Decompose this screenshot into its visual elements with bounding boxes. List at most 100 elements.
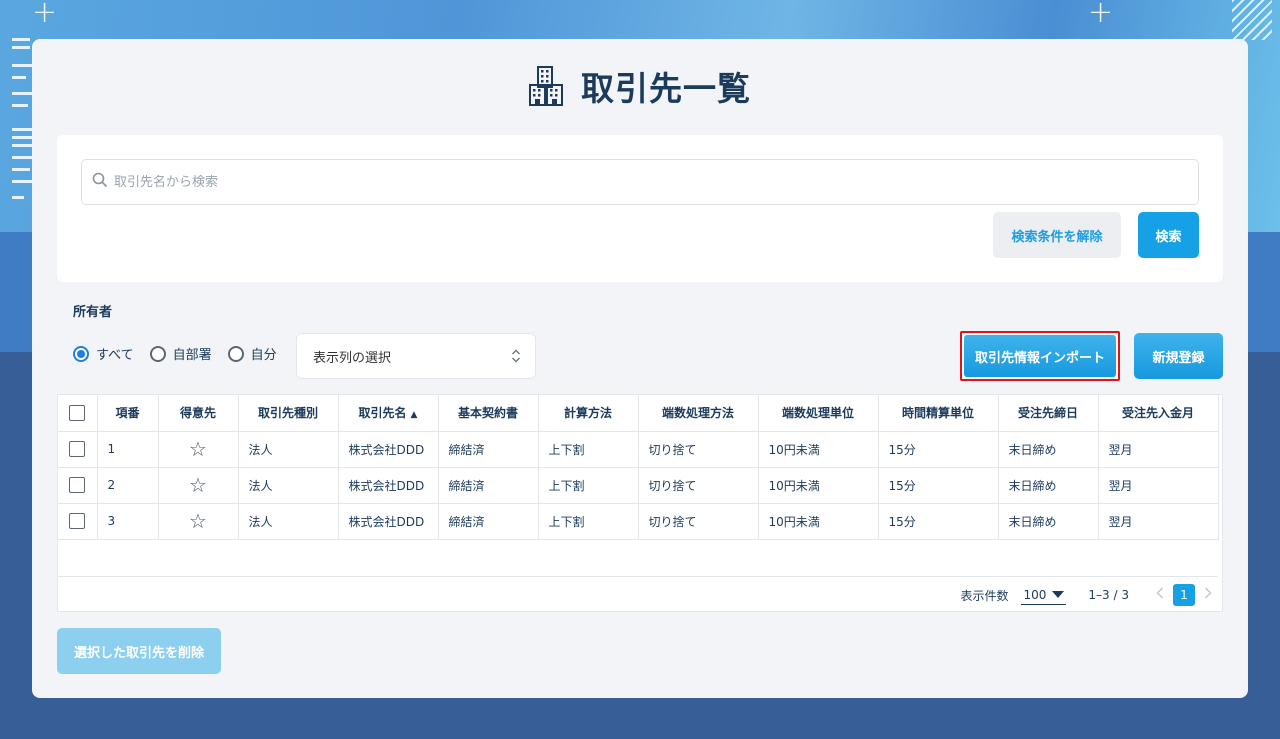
- import-button-highlight: 取引先情報インポート: [960, 331, 1120, 381]
- cell-item-number: 2: [97, 467, 159, 504]
- cell-basic-contract: 締結済: [438, 431, 539, 468]
- cell-payment-month: 翌月: [1098, 467, 1219, 504]
- cell-favorite[interactable]: ☆: [158, 431, 239, 468]
- search-box[interactable]: [81, 159, 1199, 205]
- per-page-label: 表示件数: [960, 588, 1009, 603]
- cell-time-settlement-unit: 15分: [878, 467, 999, 504]
- owner-radio-all[interactable]: すべて: [73, 344, 134, 363]
- cell-calc-method: 上下割: [538, 431, 639, 468]
- background-plus-icon: +: [1088, 0, 1114, 30]
- search-icon: [92, 172, 108, 192]
- cell-closing-day: 末日締め: [998, 431, 1099, 468]
- radio-label: すべて: [96, 348, 134, 363]
- cell-payment-month: 翌月: [1098, 431, 1219, 468]
- cell-rounding-unit: 10円未満: [758, 503, 879, 540]
- owner-radio-group: すべて 自部署 自分: [73, 344, 293, 363]
- owner-filter-label: 所有者: [73, 305, 113, 320]
- row-checkbox[interactable]: [69, 477, 86, 493]
- header-closing-day[interactable]: 受注先締日: [998, 395, 1099, 432]
- main-card: 取引先一覧 検索条件を解除 検索 所有者 すべて 自部署 自分 表示列の選択: [32, 39, 1248, 698]
- table-row[interactable]: 2 ☆ 法人 株式会社DDD 締結済 上下割 切り捨て 10円未満 15分 末日…: [58, 467, 1219, 504]
- header-client-name-label: 取引先名: [358, 406, 407, 421]
- select-all-cell[interactable]: [58, 395, 98, 432]
- background-plus-icon: +: [32, 0, 58, 30]
- cell-closing-day: 末日締め: [998, 467, 1099, 504]
- cell-rounding-method: 切り捨て: [638, 503, 759, 540]
- cell-calc-method: 上下割: [538, 503, 639, 540]
- cell-rounding-unit: 10円未満: [758, 467, 879, 504]
- header-item-number[interactable]: 項番: [97, 395, 159, 432]
- cell-basic-contract: 締結済: [438, 503, 539, 540]
- star-icon[interactable]: ☆: [189, 473, 207, 497]
- pagination: 表示件数 100 1–3 / 3 1: [57, 577, 1223, 613]
- import-button[interactable]: 取引先情報インポート: [964, 335, 1116, 377]
- row-checkbox[interactable]: [69, 441, 86, 457]
- header-client-name[interactable]: 取引先名 ▲: [338, 395, 439, 432]
- table-row[interactable]: 1 ☆ 法人 株式会社DDD 締結済 上下割 切り捨て 10円未満 15分 末日…: [58, 431, 1219, 468]
- cell-rounding-method: 切り捨て: [638, 467, 759, 504]
- clear-conditions-button[interactable]: 検索条件を解除: [993, 212, 1121, 258]
- delete-selected-button[interactable]: 選択した取引先を削除: [57, 628, 221, 674]
- table-row[interactable]: 3 ☆ 法人 株式会社DDD 締結済 上下割 切り捨て 10円未満 15分 末日…: [58, 503, 1219, 540]
- radio-label: 自部署: [172, 348, 212, 363]
- cell-payment-month: 翌月: [1098, 503, 1219, 540]
- sort-ascending-icon[interactable]: ▲: [411, 410, 418, 420]
- cell-favorite[interactable]: ☆: [158, 503, 239, 540]
- row-checkbox[interactable]: [69, 513, 86, 529]
- search-button[interactable]: 検索: [1138, 212, 1199, 258]
- row-checkbox-cell[interactable]: [58, 503, 98, 540]
- empty-cell: [58, 539, 1218, 577]
- cell-item-number: 1: [97, 431, 159, 468]
- prev-page-icon[interactable]: [1153, 587, 1167, 603]
- new-registration-button[interactable]: 新規登録: [1134, 333, 1223, 379]
- cell-client-type: 法人: [238, 503, 339, 540]
- table-empty-row: [58, 539, 1218, 577]
- owner-radio-department[interactable]: 自部署: [149, 344, 212, 363]
- search-input[interactable]: [114, 174, 1194, 190]
- column-select-dropdown[interactable]: 表示列の選択: [296, 333, 536, 379]
- building-icon: [529, 66, 563, 106]
- row-checkbox-cell[interactable]: [58, 467, 98, 504]
- clients-table: 項番 得意先 取引先種別 取引先名 ▲ 基本契約書 計算方法 端数処理方法 端数処…: [58, 395, 1219, 577]
- cell-calc-method: 上下割: [538, 467, 639, 504]
- header-favorite[interactable]: 得意先: [158, 395, 239, 432]
- cell-rounding-unit: 10円未満: [758, 431, 879, 468]
- table-header-row: 項番 得意先 取引先種別 取引先名 ▲ 基本契約書 計算方法 端数処理方法 端数処…: [58, 395, 1219, 432]
- cell-closing-day: 末日締め: [998, 503, 1099, 540]
- header-rounding-method[interactable]: 端数処理方法: [638, 395, 759, 432]
- header-rounding-unit[interactable]: 端数処理単位: [758, 395, 879, 432]
- cell-client-name[interactable]: 株式会社DDD: [338, 467, 439, 504]
- header-basic-contract[interactable]: 基本契約書: [438, 395, 539, 432]
- cell-time-settlement-unit: 15分: [878, 503, 999, 540]
- star-icon[interactable]: ☆: [189, 509, 207, 533]
- radio-unchecked-icon[interactable]: [149, 345, 166, 362]
- header-client-type[interactable]: 取引先種別: [238, 395, 339, 432]
- cell-client-name[interactable]: 株式会社DDD: [338, 431, 439, 468]
- radio-label: 自分: [250, 348, 277, 363]
- select-all-checkbox[interactable]: [69, 404, 86, 421]
- chevron-up-down-icon: [511, 349, 521, 364]
- cell-client-name[interactable]: 株式会社DDD: [338, 503, 439, 540]
- cell-item-number: 3: [97, 503, 159, 540]
- owner-radio-self[interactable]: 自分: [227, 344, 277, 363]
- per-page-select[interactable]: 100: [1020, 586, 1067, 605]
- radio-unchecked-icon[interactable]: [227, 345, 244, 362]
- column-select-label: 表示列の選択: [313, 350, 392, 366]
- page-button-current[interactable]: 1: [1173, 584, 1195, 606]
- per-page-value: 100: [1023, 587, 1047, 602]
- radio-checked-icon[interactable]: [73, 345, 89, 362]
- header-calc-method[interactable]: 計算方法: [538, 395, 639, 432]
- page-title: 取引先一覧: [581, 69, 751, 108]
- cell-basic-contract: 締結済: [438, 467, 539, 504]
- pagination-range: 1–3 / 3: [1088, 588, 1129, 602]
- search-panel: 検索条件を解除 検索: [57, 135, 1223, 282]
- next-page-icon[interactable]: [1201, 587, 1215, 603]
- row-checkbox-cell[interactable]: [58, 431, 98, 468]
- cell-rounding-method: 切り捨て: [638, 431, 759, 468]
- header-payment-month[interactable]: 受注先入金月: [1098, 395, 1219, 432]
- cell-favorite[interactable]: ☆: [158, 467, 239, 504]
- header-time-settlement-unit[interactable]: 時間精算単位: [878, 395, 999, 432]
- background-hatch: [1232, 0, 1272, 40]
- star-icon[interactable]: ☆: [189, 437, 207, 461]
- cell-client-type: 法人: [238, 431, 339, 468]
